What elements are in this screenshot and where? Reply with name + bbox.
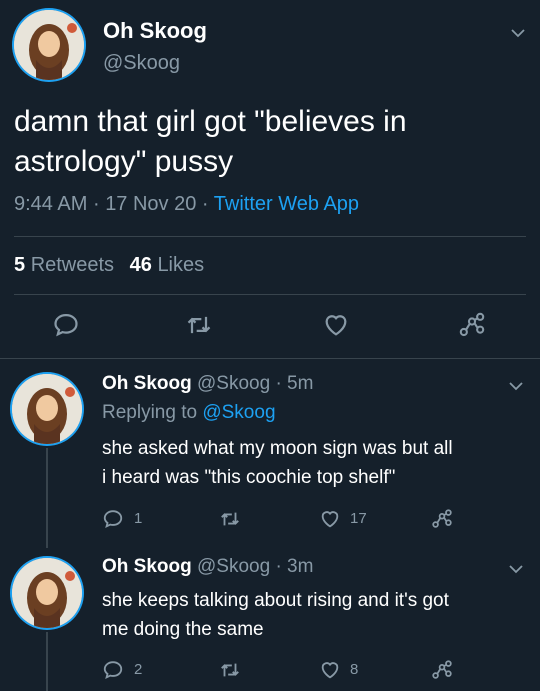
retweet-icon[interactable]: [184, 311, 214, 339]
reply-icon[interactable]: [102, 508, 124, 530]
like-count: 17: [350, 510, 367, 527]
retweet-icon[interactable]: [218, 659, 242, 681]
author-handle[interactable]: @Skoog: [103, 52, 180, 75]
tweet-time[interactable]: 9:44 AM: [14, 193, 87, 215]
reply-text-line: she keeps talking about rising and it's …: [102, 590, 449, 611]
tweet-date[interactable]: 17 Nov 20: [105, 193, 196, 215]
reply-header: Oh Skoog @Skoog · 5m: [102, 373, 313, 395]
retweets-stat[interactable]: 5 Retweets: [14, 254, 120, 276]
reply-count: 1: [134, 510, 143, 527]
engagement-stats: 5 Retweets 46 Likes: [14, 254, 204, 277]
author-name[interactable]: Oh Skoog: [102, 373, 192, 394]
divider: [14, 294, 526, 295]
author-handle-time[interactable]: @Skoog · 3m: [197, 556, 313, 577]
tweet-source[interactable]: Twitter Web App: [214, 193, 359, 215]
tweet-text-line: damn that girl got "believes in: [14, 105, 407, 138]
chevron-down-icon[interactable]: [509, 24, 527, 42]
chevron-down-icon[interactable]: [507, 377, 525, 395]
reply-text-line: i heard was "this coochie top shelf": [102, 467, 396, 488]
avatar[interactable]: [14, 10, 84, 80]
replying-label: Replying to: [102, 402, 198, 423]
share-icon[interactable]: [430, 659, 454, 681]
tweet-text-line: astrology" pussy: [14, 145, 234, 178]
replying-handle[interactable]: @Skoog: [202, 402, 275, 423]
meta-separator: ·: [201, 193, 209, 215]
like-icon[interactable]: [318, 659, 342, 681]
reply-icon[interactable]: [102, 659, 124, 681]
reply-text-line: me doing the same: [102, 619, 264, 640]
author-name[interactable]: Oh Skoog: [103, 18, 207, 44]
reply-text-line: she asked what my moon sign was but all: [102, 438, 453, 459]
reply-icon[interactable]: [52, 311, 80, 339]
reply-header: Oh Skoog @Skoog · 3m: [102, 556, 313, 578]
like-icon[interactable]: [321, 311, 351, 339]
likes-count: 46: [129, 254, 152, 276]
likes-label: Likes: [157, 254, 205, 276]
divider: [14, 236, 526, 237]
divider: [0, 358, 540, 359]
share-icon[interactable]: [457, 311, 487, 339]
reply-count: 2: [134, 661, 143, 678]
retweets-count: 5: [14, 254, 26, 276]
avatar[interactable]: [12, 558, 82, 628]
retweet-icon[interactable]: [218, 508, 242, 530]
share-icon[interactable]: [430, 508, 454, 530]
likes-stat[interactable]: 46 Likes: [130, 254, 205, 276]
like-count: 8: [350, 661, 359, 678]
like-icon[interactable]: [318, 508, 342, 530]
reply-text: she keeps talking about rising and it's …: [102, 586, 449, 644]
author-handle-time[interactable]: @Skoog · 5m: [197, 373, 313, 394]
reply-text: she asked what my moon sign was but all …: [102, 434, 453, 492]
tweet-meta: 9:44 AM · 17 Nov 20 · Twitter Web App: [14, 193, 359, 216]
avatar[interactable]: [12, 374, 82, 444]
author-name[interactable]: Oh Skoog: [102, 556, 192, 577]
meta-separator: ·: [92, 193, 100, 215]
tweet-text: damn that girl got "believes in astrolog…: [14, 102, 407, 182]
thread-line: [46, 448, 48, 548]
chevron-down-icon[interactable]: [507, 560, 525, 578]
replying-to: Replying to @Skoog: [102, 402, 276, 424]
retweets-label: Retweets: [30, 254, 115, 276]
thread-line: [46, 632, 48, 691]
